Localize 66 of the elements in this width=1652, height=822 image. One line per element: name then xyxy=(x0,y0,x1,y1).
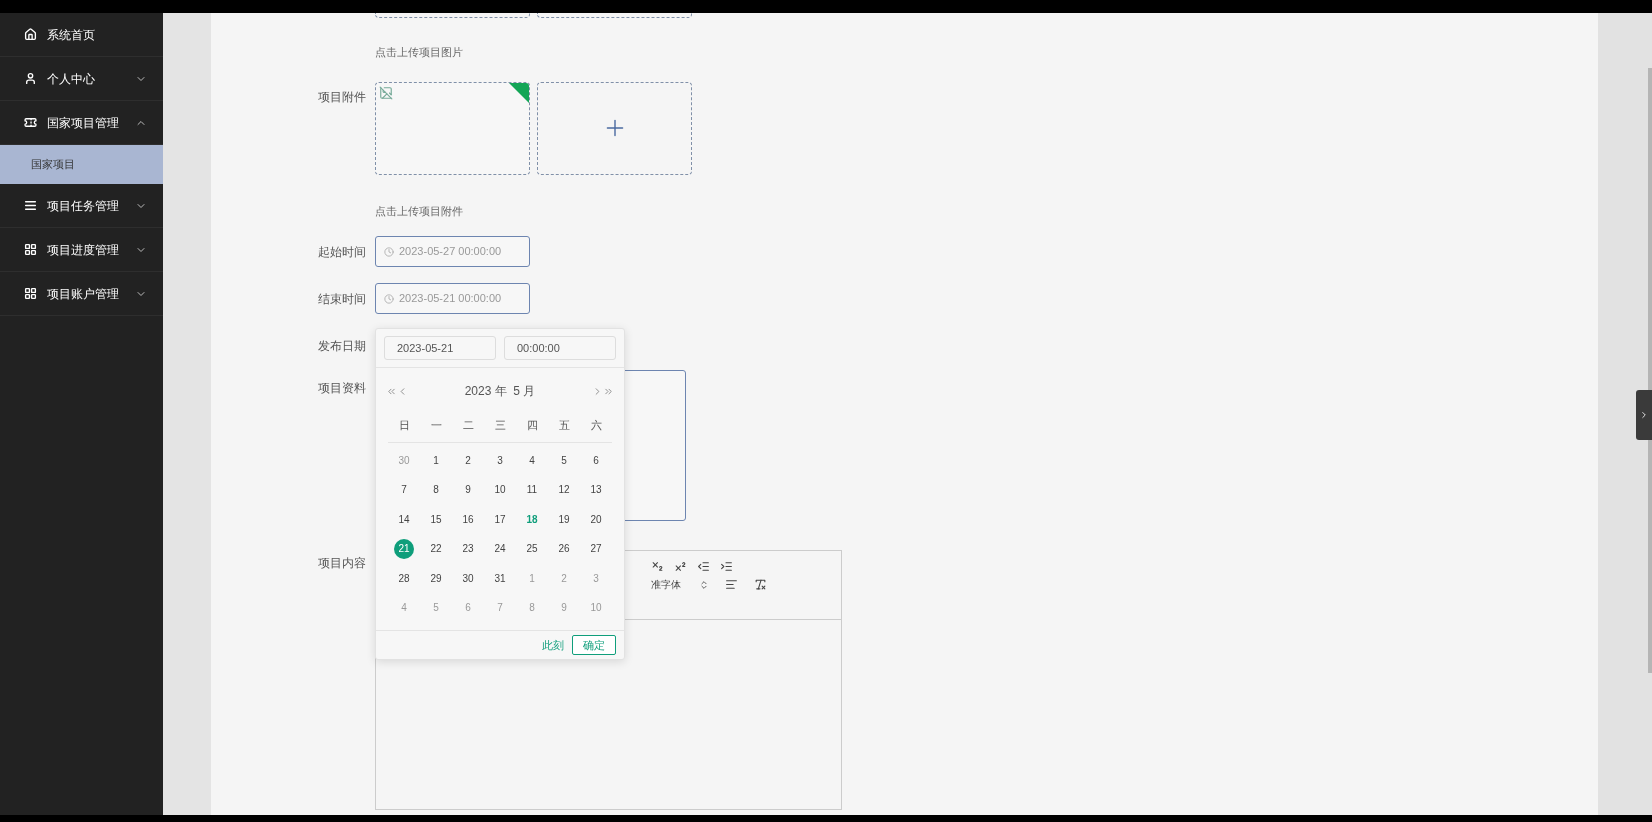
uploaded-file-box[interactable] xyxy=(375,81,530,175)
calendar-day[interactable]: 4 xyxy=(522,450,542,471)
calendar-day[interactable]: 29 xyxy=(426,568,446,589)
font-select[interactable]: 准字体 xyxy=(651,577,681,592)
upload-add-box[interactable] xyxy=(537,81,692,175)
calendar-day[interactable]: 2 xyxy=(458,450,478,471)
chevron-right-icon xyxy=(1639,410,1649,420)
user-icon xyxy=(24,72,37,85)
calendar-day[interactable]: 31 xyxy=(490,568,510,589)
field-label: 项目附件 xyxy=(317,88,366,106)
indent-icon[interactable] xyxy=(720,560,733,573)
calendar-day[interactable]: 13 xyxy=(586,479,606,500)
field-label: 起始时间 xyxy=(317,243,366,261)
side-tab[interactable] xyxy=(1636,390,1652,440)
calendar-day[interactable]: 6 xyxy=(586,450,606,471)
weekday-label: 五 xyxy=(557,418,571,433)
weekday-label: 日 xyxy=(397,418,411,433)
grid-icon xyxy=(24,243,37,256)
calendar-day[interactable]: 15 xyxy=(426,509,446,530)
superscript-icon[interactable] xyxy=(674,560,687,573)
time-input[interactable]: 00:00:00 xyxy=(504,336,616,360)
grid-icon xyxy=(24,287,37,300)
weekday-label: 四 xyxy=(525,418,539,433)
outdent-icon[interactable] xyxy=(697,560,710,573)
date-input[interactable]: 2023-05-21 xyxy=(384,336,496,360)
calendar-day[interactable]: 19 xyxy=(554,509,574,530)
weekday-label: 三 xyxy=(493,418,507,433)
clear-format-icon[interactable] xyxy=(754,578,767,591)
calendar-day[interactable]: 28 xyxy=(394,568,414,589)
calendar-day[interactable]: 14 xyxy=(394,509,414,530)
calendar-day[interactable]: 17 xyxy=(490,509,510,530)
success-corner-icon xyxy=(509,82,529,103)
calendar-day[interactable]: 8 xyxy=(426,479,446,500)
calendar-day[interactable]: 1 xyxy=(426,450,446,471)
calendar-day[interactable]: 10 xyxy=(490,479,510,500)
scrollbar-thumb[interactable] xyxy=(1648,68,1652,673)
upload-hint: 点击上传项目附件 xyxy=(375,203,464,219)
calendar-day[interactable]: 5 xyxy=(554,450,574,471)
list-icon xyxy=(24,199,37,212)
calendar-day[interactable]: 9 xyxy=(458,479,478,500)
broken-image-icon xyxy=(379,85,393,100)
select-caret-icon xyxy=(699,579,709,590)
confirm-button[interactable]: 确定 xyxy=(572,635,616,655)
calendar-day[interactable]: 7 xyxy=(394,479,414,500)
subscript-icon[interactable] xyxy=(651,560,664,573)
calendar-day[interactable]: 30 xyxy=(458,568,478,589)
submenu-item[interactable]: 国家项目 xyxy=(0,145,163,184)
ticket-icon xyxy=(24,116,37,129)
field-label: 项目内容 xyxy=(317,555,366,572)
field-label: 结束时间 xyxy=(317,290,366,308)
calendar-day[interactable]: 3 xyxy=(490,450,510,471)
weekday-label: 一 xyxy=(429,418,443,433)
calendar-day[interactable]: 20 xyxy=(586,509,606,530)
weekday-label: 二 xyxy=(461,418,475,433)
calendar-day[interactable]: 11 xyxy=(522,479,542,500)
home-icon xyxy=(24,28,37,41)
calendar-day[interactable]: 16 xyxy=(458,509,478,530)
upload-hint: 点击上传项目图片 xyxy=(375,45,464,60)
clock-icon xyxy=(384,293,394,304)
align-icon[interactable] xyxy=(725,578,738,591)
field-label: 发布日期 xyxy=(317,338,366,355)
weekday-label: 六 xyxy=(589,418,603,433)
field-label: 项目资料 xyxy=(317,380,366,397)
calendar-title: 2023 年 5 月 xyxy=(463,383,537,400)
clock-icon xyxy=(384,246,394,257)
calendar-day[interactable]: 12 xyxy=(554,479,574,500)
